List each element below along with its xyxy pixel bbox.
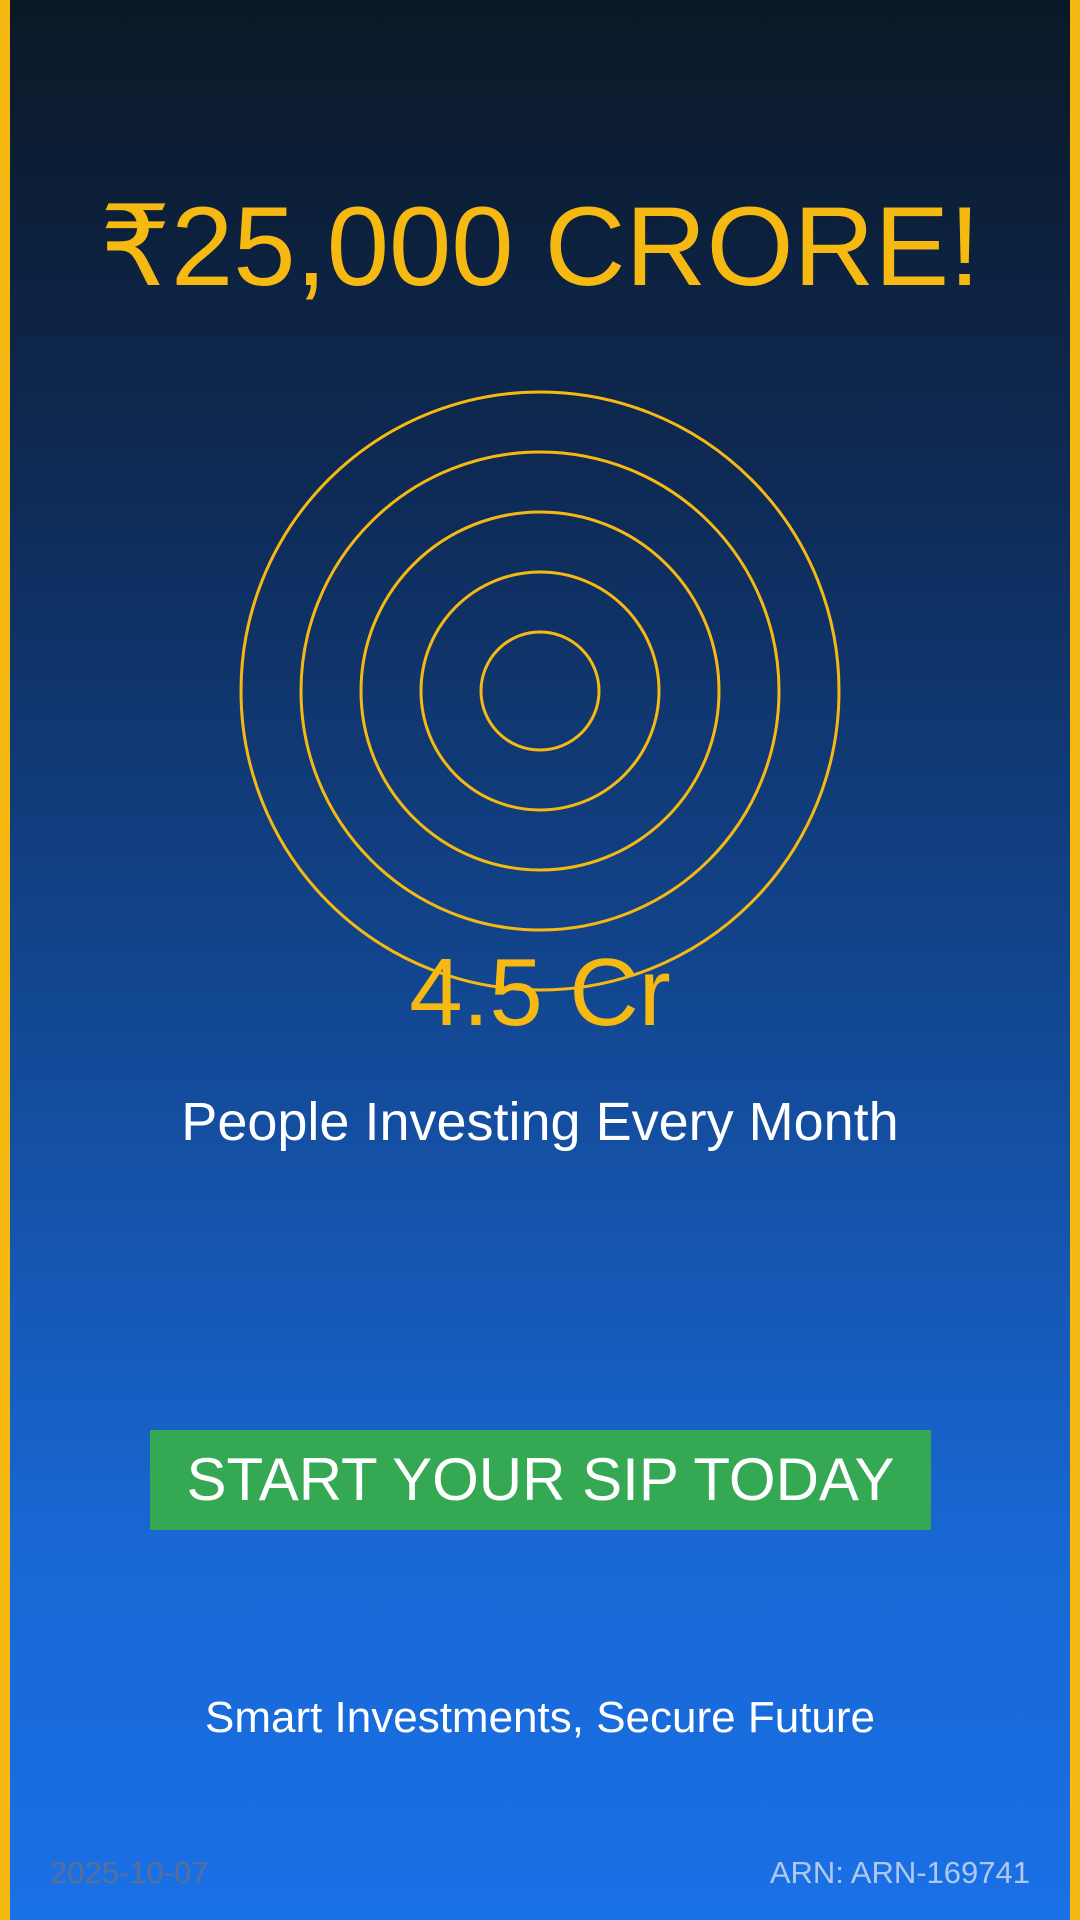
ring-1 <box>479 630 601 752</box>
ring-4 <box>299 450 781 932</box>
date-label: 2025-10-07 <box>50 1855 209 1890</box>
stat-value: 4.5 Cr <box>409 939 671 1046</box>
ring-3 <box>359 510 721 872</box>
stat-label: People Investing Every Month <box>181 1092 899 1152</box>
tagline: Smart Investments, Secure Future <box>204 1693 876 1742</box>
ring-2 <box>419 570 661 812</box>
ring-5 <box>239 390 841 992</box>
start-sip-button[interactable]: START YOUR SIP TODAY <box>150 1430 931 1530</box>
poster: ₹25,000 CRORE! 4.5 Cr People Investing E… <box>0 0 1080 1920</box>
arn-label: ARN: ARN-169741 <box>769 1855 1030 1890</box>
